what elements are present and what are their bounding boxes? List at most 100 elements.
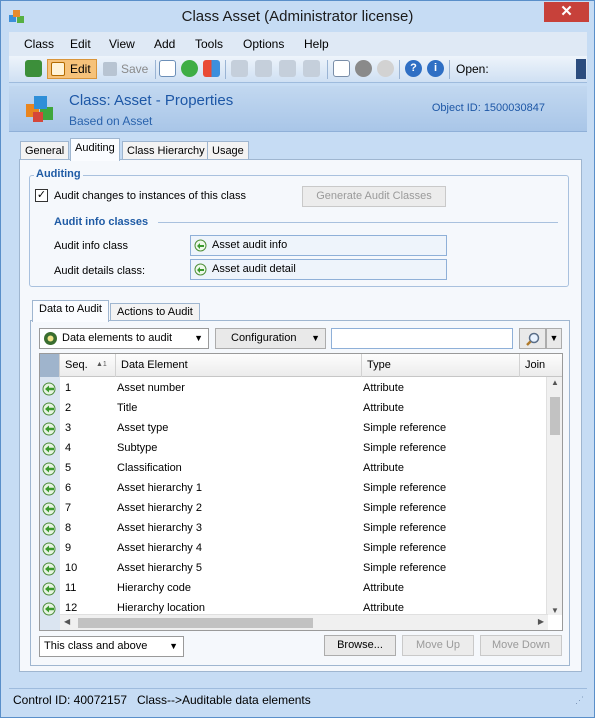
properties-icon[interactable] — [333, 60, 350, 77]
vertical-scrollbar[interactable]: ▲ ▼ — [546, 377, 562, 615]
menu-edit[interactable]: Edit — [70, 37, 91, 51]
edit-button[interactable]: Edit — [47, 59, 97, 79]
data-element-icon — [42, 602, 56, 616]
chevron-down-icon: ▼ — [169, 641, 178, 651]
cell-seq: 5 — [65, 462, 72, 474]
table-row[interactable]: 6 Asset hierarchy 1 Simple reference — [40, 479, 546, 499]
help-icon[interactable]: ? — [405, 60, 422, 77]
tab-auditing[interactable]: Auditing — [70, 138, 120, 161]
table-row[interactable]: 9 Asset hierarchy 4 Simple reference — [40, 539, 546, 559]
windows-icon[interactable] — [203, 60, 220, 77]
based-on-subtitle: Based on Asset — [69, 114, 153, 128]
tab-class-hierarchy[interactable]: Class Hierarchy — [122, 141, 210, 160]
disabled-tool-icon[interactable] — [231, 60, 248, 77]
scroll-down-arrow-icon[interactable]: ▼ — [551, 606, 559, 615]
disk-icon — [103, 62, 117, 76]
scroll-up-arrow-icon[interactable]: ▲ — [551, 378, 559, 387]
class-link-icon — [194, 263, 207, 276]
toolbar-overflow-button[interactable] — [576, 59, 586, 79]
audit-info-class-label: Audit info class — [54, 240, 128, 252]
tab-data-to-audit[interactable]: Data to Audit — [32, 300, 109, 322]
table-row[interactable]: 1 Asset number Attribute — [40, 379, 546, 399]
vertical-scroll-thumb[interactable] — [550, 397, 560, 435]
menu-class[interactable]: Class — [24, 37, 54, 51]
edit-label: Edit — [70, 62, 91, 76]
info-icon[interactable]: i — [427, 60, 444, 77]
disabled-tool-icon[interactable] — [303, 60, 320, 77]
data-elements-grid: Seq. ▲1 Data Element Type Join 1 Asset nu… — [39, 353, 563, 631]
scroll-left-arrow-icon[interactable]: ◀ — [64, 617, 70, 626]
tab-usage[interactable]: Usage — [207, 141, 249, 160]
refresh-icon[interactable] — [181, 60, 198, 77]
table-row[interactable]: 7 Asset hierarchy 2 Simple reference — [40, 499, 546, 519]
column-header-data-element[interactable]: Data Element — [116, 354, 362, 377]
search-options-dropdown[interactable]: ▼ — [546, 328, 562, 349]
tab-general[interactable]: General — [20, 141, 70, 160]
view-select-value: Data elements to audit — [62, 332, 173, 344]
scope-select[interactable]: This class and above ▼ — [39, 636, 184, 657]
copy-icon[interactable] — [159, 60, 176, 77]
audit-info-class-field[interactable]: Asset audit info — [190, 235, 447, 256]
cell-type: Attribute — [363, 602, 404, 614]
generate-audit-classes-button[interactable]: Generate Audit Classes — [302, 186, 446, 207]
table-row[interactable]: 3 Asset type Simple reference — [40, 419, 546, 439]
column-header-type[interactable]: Type — [362, 354, 520, 377]
cell-data-element: Classification — [117, 462, 182, 474]
audit-details-class-field[interactable]: Asset audit detail — [190, 259, 447, 280]
cell-seq: 6 — [65, 482, 72, 494]
menu-view[interactable]: View — [109, 37, 135, 51]
disabled-tool-icon[interactable] — [255, 60, 272, 77]
view-select[interactable]: Data elements to audit ▼ — [39, 328, 209, 349]
table-row[interactable]: 8 Asset hierarchy 3 Simple reference — [40, 519, 546, 539]
window-title: Class Asset (Administrator license) — [181, 8, 414, 25]
scroll-right-arrow-icon[interactable]: ▶ — [538, 617, 544, 626]
page-title: Class: Asset - Properties — [69, 92, 234, 109]
disabled-tool-icon[interactable] — [279, 60, 296, 77]
open-folder-icon[interactable] — [25, 60, 42, 77]
data-element-icon — [42, 442, 56, 456]
status-bar: Control ID: 40072157 Class-->Auditable d… — [9, 688, 587, 711]
horizontal-scroll-thumb[interactable] — [78, 618, 313, 628]
resize-grip-icon[interactable]: ⋰ — [575, 695, 584, 706]
close-button[interactable]: ✕ — [544, 2, 589, 22]
menu-add[interactable]: Add — [154, 37, 175, 51]
table-row[interactable]: 11 Hierarchy code Attribute — [40, 579, 546, 599]
configuration-button[interactable]: Configuration ▼ — [215, 328, 326, 349]
table-row[interactable]: 10 Asset hierarchy 5 Simple reference — [40, 559, 546, 579]
data-element-icon — [42, 522, 56, 536]
toolbar-separator — [225, 60, 226, 79]
play-icon[interactable] — [355, 60, 372, 77]
chevron-down-icon: ▼ — [311, 333, 320, 343]
object-id: Object ID: 1500030847 — [431, 102, 545, 114]
column-header-seq[interactable]: Seq. ▲1 — [60, 354, 116, 377]
cell-type: Simple reference — [363, 442, 447, 454]
audit-details-class-value: Asset audit detail — [212, 263, 296, 275]
cell-type: Simple reference — [363, 422, 447, 434]
audit-changes-checkbox[interactable]: ✓ — [35, 189, 48, 202]
browse-button[interactable]: Browse... — [324, 635, 396, 656]
scope-select-value: This class and above — [44, 640, 148, 652]
menu-help[interactable]: Help — [304, 37, 329, 51]
search-button[interactable] — [519, 328, 546, 349]
cell-data-element: Hierarchy code — [117, 582, 191, 594]
table-row[interactable]: 5 Classification Attribute — [40, 459, 546, 479]
table-row[interactable]: 2 Title Attribute — [40, 399, 546, 419]
record-icon[interactable] — [377, 60, 394, 77]
save-button[interactable]: Save — [101, 59, 151, 79]
cell-type: Simple reference — [363, 522, 447, 534]
chevron-down-icon: ▼ — [194, 333, 203, 343]
toolbar-separator — [399, 60, 400, 79]
audit-info-class-value: Asset audit info — [212, 239, 288, 251]
search-input[interactable] — [331, 328, 513, 349]
menu-tools[interactable]: Tools — [195, 37, 223, 51]
tab-actions-to-audit[interactable]: Actions to Audit — [110, 303, 200, 321]
move-up-button[interactable]: Move Up — [402, 635, 474, 656]
menu-options[interactable]: Options — [243, 37, 284, 51]
move-down-button[interactable]: Move Down — [480, 635, 562, 656]
save-label: Save — [121, 62, 149, 76]
column-header-join[interactable]: Join — [520, 354, 562, 377]
select-all-corner[interactable] — [40, 354, 60, 377]
cell-type: Attribute — [363, 582, 404, 594]
horizontal-scrollbar[interactable]: ◀ ▶ — [60, 614, 548, 630]
table-row[interactable]: 4 Subtype Simple reference — [40, 439, 546, 459]
